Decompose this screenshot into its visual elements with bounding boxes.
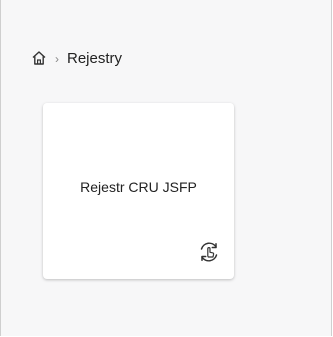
- breadcrumb-separator: ›: [55, 51, 59, 66]
- registry-card-title: Rejestr CRU JSFP: [80, 179, 197, 195]
- page-frame: › Rejestry Rejestr CRU JSFP: [0, 0, 332, 336]
- registry-card[interactable]: Rejestr CRU JSFP: [43, 103, 234, 279]
- breadcrumb: › Rejestry: [31, 48, 122, 68]
- home-icon[interactable]: [31, 50, 47, 66]
- refresh-hand-icon[interactable]: [196, 239, 222, 265]
- breadcrumb-current: Rejestry: [67, 49, 123, 67]
